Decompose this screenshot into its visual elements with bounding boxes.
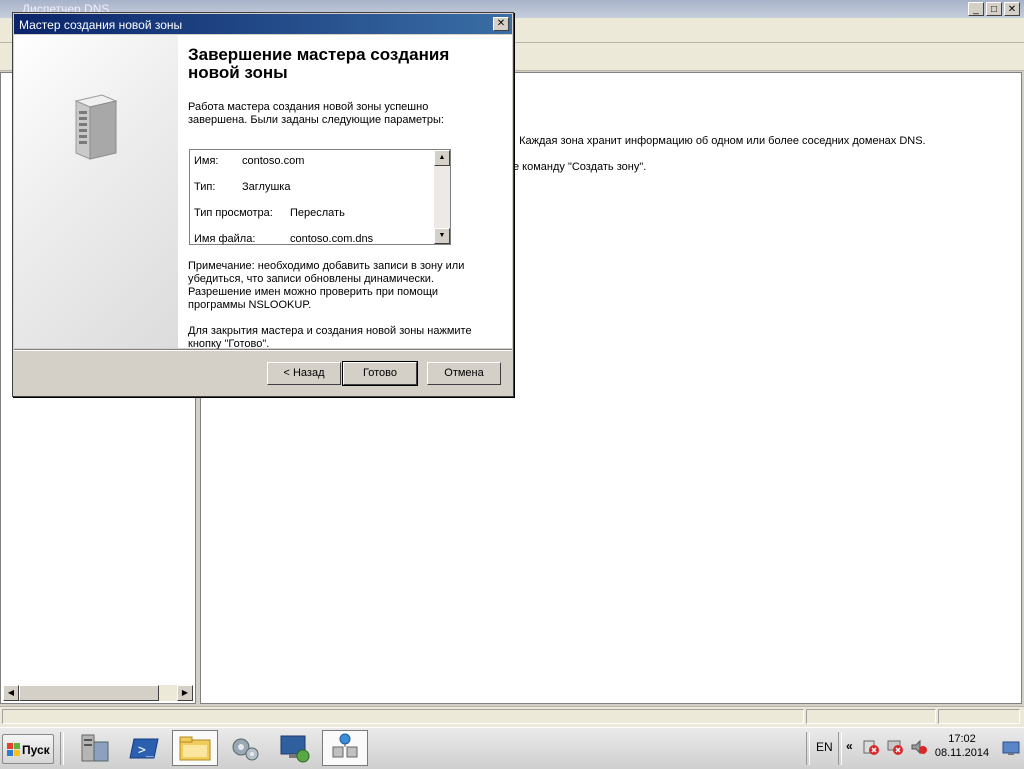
server-icon [74, 94, 118, 160]
summary-value: contoso.com.dns [290, 233, 374, 245]
summary-row-type: Тип: Заглушка [194, 176, 430, 202]
powershell-icon: >_ [129, 738, 159, 759]
taskbar-settings[interactable] [222, 730, 268, 766]
start-label: Пуск [22, 743, 50, 757]
wizard-separator [14, 349, 512, 351]
start-button[interactable]: Пуск [2, 734, 54, 764]
summary-key: Тип: [194, 181, 216, 193]
status-cell-main [2, 709, 804, 724]
scroll-thumb[interactable] [19, 685, 159, 701]
windows-logo-icon [7, 743, 20, 756]
wizard-heading: Завершение мастера создания новой зоны [188, 45, 450, 82]
taskbar-separator [60, 732, 64, 765]
tray-expand-icon[interactable]: « [846, 739, 853, 753]
wizard-intro-text: Работа мастера создания новой зоны успеш… [188, 101, 444, 126]
back-button[interactable]: < Назад [267, 362, 341, 385]
taskbar-powershell[interactable]: >_ [122, 730, 168, 766]
scroll-up-arrow-icon[interactable]: ▲ [434, 150, 450, 166]
wizard-title: Мастер создания новой зоны [19, 18, 183, 32]
scroll-down-arrow-icon[interactable]: ▼ [434, 228, 450, 244]
taskbar-server-manager[interactable] [72, 730, 118, 766]
wizard-close-button[interactable]: ✕ [493, 17, 509, 31]
cancel-button[interactable]: Отмена [427, 362, 501, 385]
settings-summary-box[interactable]: Имя: contoso.com Тип: Заглушка Тип просм… [189, 149, 451, 245]
minimize-button[interactable]: _ [968, 2, 984, 16]
details-text-line-2: е команду "Создать зону". [513, 161, 647, 173]
taskbar-clock[interactable]: 17:02 08.11.2014 [934, 732, 990, 760]
volume-muted-icon[interactable] [910, 738, 928, 756]
wizard-side-panel [14, 35, 178, 348]
summary-key: Имя файла: [194, 233, 256, 245]
action-center-icon[interactable] [862, 738, 880, 756]
close-button[interactable]: ✕ [1004, 2, 1020, 16]
summary-row-file: Имя файла: contoso.com.dns [194, 228, 430, 254]
wizard-title-bar[interactable]: Мастер создания новой зоны ✕ [14, 14, 512, 34]
show-desktop-icon[interactable] [1002, 739, 1020, 757]
status-cell-2 [806, 709, 936, 724]
taskbar: Пуск >_ EN « 17:02 08.11.2014 [0, 727, 1024, 769]
summary-row-name: Имя: contoso.com [194, 150, 430, 176]
svg-text:>_: >_ [138, 743, 154, 758]
maximize-button[interactable]: □ [986, 2, 1002, 16]
clock-date: 08.11.2014 [934, 747, 990, 759]
status-cell-3 [938, 709, 1020, 724]
taskbar-remote-desktop[interactable] [272, 730, 318, 766]
summary-value: Переслать [290, 207, 345, 219]
taskbar-explorer[interactable] [172, 730, 218, 766]
remote-desktop-icon [280, 735, 310, 763]
scroll-right-arrow-icon[interactable]: ▶ [177, 685, 193, 701]
summary-list: Имя: contoso.com Тип: Заглушка Тип просм… [194, 150, 430, 254]
tree-horizontal-scrollbar[interactable]: ◀ ▶ [3, 685, 193, 701]
server-manager-icon [81, 734, 109, 762]
taskbar-dns-manager[interactable] [322, 730, 368, 766]
gears-icon [232, 738, 259, 761]
folder-icon [179, 736, 211, 761]
summary-key: Имя: [194, 155, 219, 167]
dns-manager-icon [332, 733, 358, 758]
summary-value: Заглушка [242, 181, 291, 193]
finish-button[interactable]: Готово [342, 361, 418, 386]
new-zone-wizard-dialog: Мастер создания новой зоны ✕ Завершение … [12, 12, 514, 397]
scroll-left-arrow-icon[interactable]: ◀ [3, 685, 19, 701]
details-text-line-1: . Каждая зона хранит информацию об одном… [513, 135, 926, 147]
wizard-finish-instruction: Для закрытия мастера и создания новой зо… [188, 325, 472, 350]
wizard-body: Завершение мастера создания новой зоны Р… [14, 35, 512, 350]
summary-value: contoso.com [242, 155, 305, 167]
clock-time: 17:02 [948, 733, 976, 745]
language-indicator[interactable]: EN [816, 740, 833, 754]
tray-separator [806, 732, 810, 765]
summary-row-lookup: Тип просмотра: Переслать [194, 202, 430, 228]
summary-key: Тип просмотра: [194, 207, 273, 219]
summary-vertical-scrollbar[interactable]: ▲ ▼ [434, 150, 450, 244]
network-icon[interactable] [886, 738, 904, 756]
wizard-note-text: Примечание: необходимо добавить записи в… [188, 260, 465, 311]
tray-separator [838, 732, 842, 765]
status-bar [0, 706, 1024, 727]
